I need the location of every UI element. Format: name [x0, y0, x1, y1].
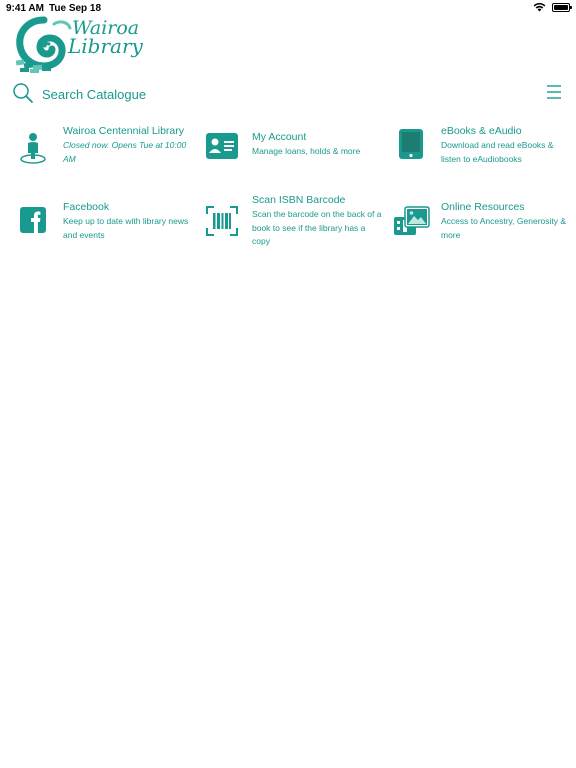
tile-title: Facebook — [63, 201, 110, 213]
id-card-icon — [204, 128, 240, 164]
tile-my-account[interactable]: My Account Manage loans, holds & more — [204, 130, 384, 160]
logo-wordmark: Wairoa Library — [68, 19, 143, 58]
tile-title: Scan ISBN Barcode — [252, 194, 346, 206]
tile-description: Manage loans, holds & more — [252, 146, 361, 156]
search-input[interactable] — [42, 84, 442, 104]
search-bar — [12, 82, 564, 104]
logo-line2: Library — [68, 34, 143, 58]
status-bar: 9:41 AM Tue Sep 18 — [0, 0, 576, 16]
tile-description: Access to Ancestry, Generosity & more — [441, 216, 567, 240]
wave-logo-icon — [15, 16, 72, 73]
tile-library-hours[interactable]: Wairoa Centennial Library Closed now. Op… — [15, 124, 195, 168]
tablet-icon — [393, 126, 429, 162]
tile-description: Keep up to date with library news and ev… — [63, 216, 189, 240]
library-logo: Wairoa Library — [14, 16, 143, 74]
tile-description: Closed now. Opens Tue at 10:00 AM — [63, 140, 187, 164]
tile-title: eBooks & eAudio — [441, 125, 522, 137]
status-time: 9:41 AM — [6, 3, 44, 14]
facebook-icon — [15, 202, 51, 238]
search-icon[interactable] — [12, 82, 34, 104]
tile-description: Download and read eBooks & listen to eAu… — [441, 140, 554, 164]
battery-icon — [552, 2, 572, 12]
tile-scan-barcode[interactable]: Scan ISBN Barcode Scan the barcode on th… — [204, 193, 384, 251]
tile-online-resources[interactable]: Online Resources Access to Ancestry, Gen… — [393, 200, 573, 244]
tile-title: Online Resources — [441, 201, 525, 213]
location-person-icon — [15, 130, 51, 166]
tile-facebook[interactable]: Facebook Keep up to date with library ne… — [15, 200, 195, 244]
barcode-scan-icon — [204, 203, 240, 239]
online-resources-icon — [393, 202, 431, 238]
tile-title: My Account — [252, 131, 307, 143]
tile-title: Wairoa Centennial Library — [63, 125, 185, 137]
status-indicators — [533, 2, 572, 12]
hamburger-menu-icon[interactable] — [546, 84, 562, 100]
wifi-icon — [533, 2, 546, 12]
tile-description: Scan the barcode on the back of a book t… — [252, 209, 382, 246]
status-date: Tue Sep 18 — [49, 3, 102, 14]
tile-ebooks[interactable]: eBooks & eAudio Download and read eBooks… — [393, 124, 573, 168]
